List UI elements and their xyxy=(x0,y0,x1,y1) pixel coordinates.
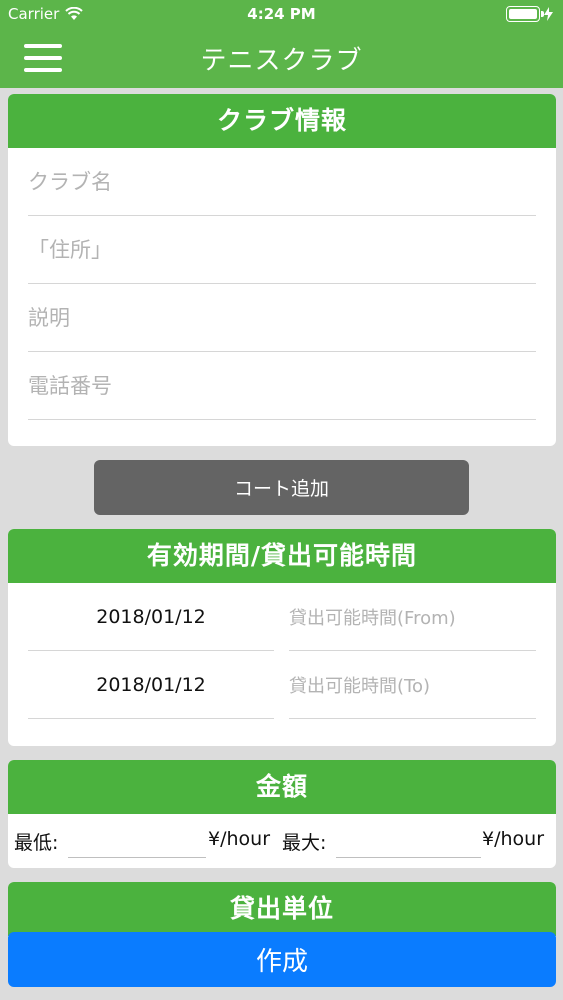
charging-bolt-icon xyxy=(544,7,553,21)
time-from-picker[interactable]: 貸出可能時間(From) xyxy=(289,583,536,651)
time-to-picker[interactable]: 貸出可能時間(To) xyxy=(289,651,536,719)
club-info-card: クラブ情報 xyxy=(8,94,556,446)
amount-row: 最低: ¥/hour 最大: ¥/hour xyxy=(8,814,556,868)
start-date-picker[interactable]: 2018/01/12 xyxy=(28,583,274,651)
min-label: 最低: xyxy=(14,832,59,854)
max-label: 最大: xyxy=(282,832,327,854)
end-date-picker[interactable]: 2018/01/12 xyxy=(28,651,274,719)
description-input[interactable] xyxy=(28,284,536,351)
phone-field xyxy=(28,352,536,420)
status-bar: Carrier 4:24 PM xyxy=(0,0,563,30)
amount-header: 金額 xyxy=(8,760,556,814)
address-field xyxy=(28,216,536,284)
navigation-bar: テニスクラブ xyxy=(0,30,563,88)
page-title: テニスクラブ xyxy=(200,46,363,76)
period-header: 有効期間/貸出可能時間 xyxy=(8,529,556,583)
min-unit: ¥/hour xyxy=(208,828,271,850)
address-input[interactable] xyxy=(28,216,536,283)
phone-input[interactable] xyxy=(28,352,536,419)
period-card: 有効期間/貸出可能時間 2018/01/12 貸出可能時間(From) 2018… xyxy=(8,529,556,746)
rental-unit-header: 貸出単位 xyxy=(8,882,556,936)
battery-icon xyxy=(506,6,544,22)
club-info-header: クラブ情報 xyxy=(8,94,556,148)
club-name-input[interactable] xyxy=(28,148,536,215)
max-amount-input[interactable] xyxy=(336,857,481,858)
min-amount-input[interactable] xyxy=(68,857,206,858)
description-field xyxy=(28,284,536,352)
battery xyxy=(506,6,553,22)
max-unit: ¥/hour xyxy=(482,828,545,850)
clock: 4:24 PM xyxy=(247,5,316,23)
add-court-button[interactable]: コート追加 xyxy=(94,460,469,515)
club-name-field xyxy=(28,148,536,216)
create-button[interactable]: 作成 xyxy=(8,932,556,987)
amount-card: 金額 最低: ¥/hour 最大: ¥/hour xyxy=(8,760,556,868)
